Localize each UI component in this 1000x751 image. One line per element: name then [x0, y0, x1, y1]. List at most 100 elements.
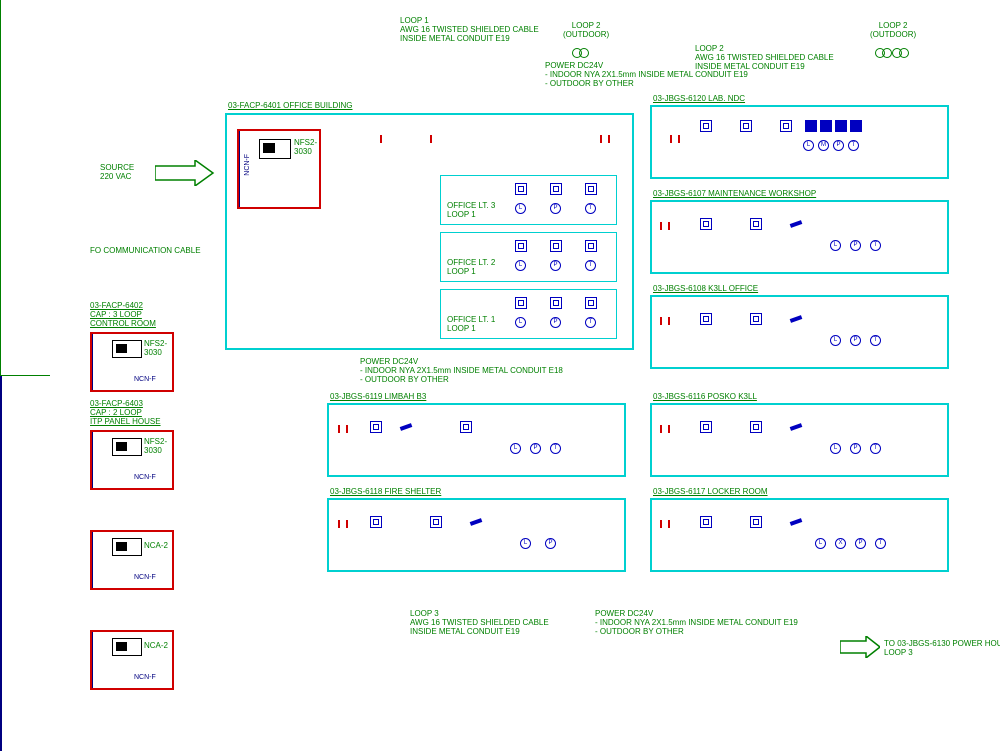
circle-icon: P	[530, 443, 541, 454]
device-icon	[750, 421, 762, 433]
device-icon	[750, 218, 762, 230]
fo-label: FO COMMUNICATION CABLE	[90, 247, 201, 256]
device-icon	[820, 120, 832, 132]
zone-lab	[650, 105, 949, 179]
device-icon	[370, 516, 382, 528]
zone-posko-title: 03-JBGS-6116 POSKO K3LL	[653, 393, 757, 402]
device-icon	[515, 297, 527, 309]
facp-screen-icon	[112, 438, 142, 456]
facp-screen-icon	[112, 638, 142, 656]
circle-icon: P	[850, 240, 861, 251]
circle-icon: T	[875, 538, 886, 549]
circle-icon: L	[830, 240, 841, 251]
leader-power-a	[0, 120, 1, 200]
zone-k3ll	[650, 295, 949, 369]
circle-icon: P	[545, 538, 556, 549]
p3-model: NFS2- 3030	[144, 438, 167, 456]
circle-icon: X	[835, 538, 846, 549]
device-icon	[370, 421, 382, 433]
source-arrow-icon	[155, 160, 215, 186]
tick-icon	[660, 425, 662, 433]
device-icon	[850, 120, 862, 132]
to-power-label: TO 03-JBGS-6130 POWER HOUSE LOOP 3	[884, 640, 1000, 658]
zone-maint	[650, 200, 949, 274]
circle-icon: T	[585, 260, 596, 271]
circle-icon: L	[515, 317, 526, 328]
circle-icon: P	[855, 538, 866, 549]
device-icon	[700, 421, 712, 433]
device-icon	[780, 120, 792, 132]
circle-icon: P	[550, 203, 561, 214]
loop2-label: LOOP 2 AWG 16 TWISTED SHIELDED CABLE INS…	[695, 45, 834, 71]
device-icon	[585, 297, 597, 309]
p3-sub: NCN-F	[134, 474, 156, 482]
tick-icon	[670, 135, 672, 143]
device-icon	[460, 421, 472, 433]
leader-fo	[0, 375, 50, 376]
circle-icon: P	[550, 317, 561, 328]
device-icon	[700, 313, 712, 325]
zone-locker-title: 03-JBGS-6117 LOCKER ROOM	[653, 488, 768, 497]
tick-icon	[380, 135, 382, 143]
p2-model: NFS2- 3030	[144, 340, 167, 358]
office3-label: OFFICE LT. 3 LOOP 1	[447, 202, 495, 220]
p2-sub: NCN-F	[134, 376, 156, 384]
circle-icon: T	[848, 140, 859, 151]
tick-icon	[346, 425, 348, 433]
tick-icon	[338, 520, 340, 528]
circle-icon: P	[850, 443, 861, 454]
facp-p2: NFS2- 3030 NCN-F	[90, 332, 174, 392]
facp-side: NCN-F	[244, 154, 252, 176]
facp-screen-icon	[112, 538, 142, 556]
zone-limbah	[327, 403, 626, 477]
facp-screen-icon	[259, 139, 291, 159]
circle-icon: T	[585, 317, 596, 328]
nca-p5: NCA-2 NCN-F	[90, 630, 174, 690]
circle-icon: T	[870, 335, 881, 346]
circle-icon: M	[818, 140, 829, 151]
facp-p3: NFS2- 3030 NCN-F	[90, 430, 174, 490]
leader-loop1	[0, 0, 1, 120]
tick-icon	[660, 317, 662, 325]
device-icon	[700, 516, 712, 528]
tick-icon	[668, 520, 670, 528]
device-icon	[585, 240, 597, 252]
zone-k3ll-title: 03-JBGS-6108 K3LL OFFICE	[653, 285, 758, 294]
p3-title: 03-FACP-6403 CAP : 2 LOOP ITP PANEL HOUS…	[90, 400, 161, 426]
p4-sub: NCN-F	[134, 574, 156, 582]
tick-icon	[668, 222, 670, 230]
zone-locker	[650, 498, 949, 572]
tick-icon	[660, 520, 662, 528]
facp-main: NCN-F NFS2- 3030	[237, 129, 321, 209]
device-icon	[550, 240, 562, 252]
facp-screen-icon	[112, 340, 142, 358]
leader-power-c	[0, 355, 1, 375]
device-icon	[805, 120, 817, 132]
panel-divider	[239, 131, 240, 207]
facp-model: NFS2- 3030	[294, 139, 317, 157]
node-icon	[882, 48, 892, 58]
zone-limbah-title: 03-JBGS-6119 LIMBAH B3	[330, 393, 426, 402]
fo-trunk	[0, 376, 2, 751]
node-icon	[579, 48, 589, 58]
office1-label: OFFICE LT. 1 LOOP 1	[447, 316, 495, 334]
tick-icon	[668, 317, 670, 325]
circle-icon: L	[515, 203, 526, 214]
node-icon	[899, 48, 909, 58]
circle-icon: T	[550, 443, 561, 454]
zone-lab-title: 03-JBGS-6120 LAB. NDC	[653, 95, 745, 104]
loop1-label: LOOP 1 AWG 16 TWISTED SHIELDED CABLE INS…	[400, 17, 539, 43]
p4-model: NCA-2	[144, 542, 168, 551]
circle-icon: P	[833, 140, 844, 151]
device-icon	[835, 120, 847, 132]
loop2-out-a: LOOP 2 (OUTDOOR)	[563, 22, 609, 40]
circle-icon: L	[815, 538, 826, 549]
p5-model: NCA-2	[144, 642, 168, 651]
device-icon	[740, 120, 752, 132]
tick-icon	[668, 425, 670, 433]
source-label: SOURCE 220 VAC	[100, 164, 134, 182]
zone-posko	[650, 403, 949, 477]
circle-icon: L	[830, 335, 841, 346]
circle-icon: L	[510, 443, 521, 454]
circle-icon: L	[520, 538, 531, 549]
